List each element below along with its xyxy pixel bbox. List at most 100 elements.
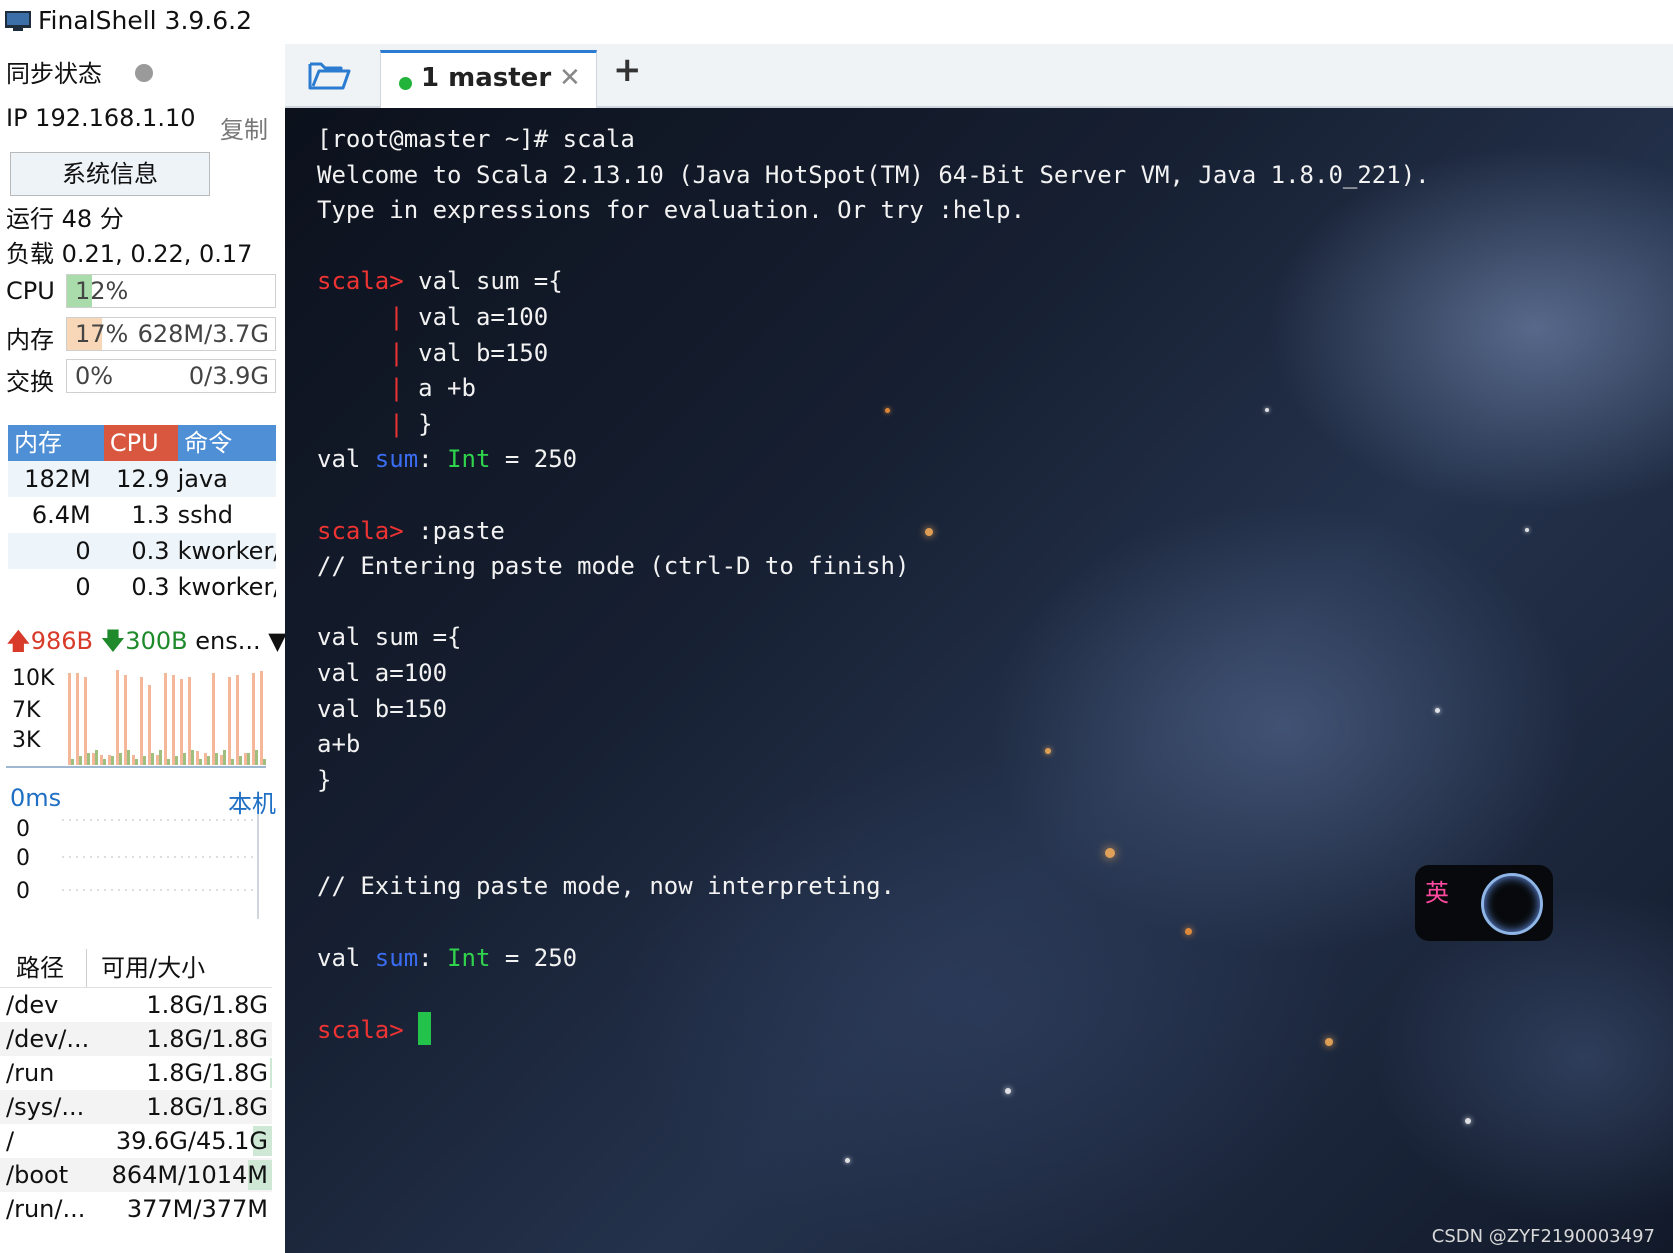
terminal-line: val b=150 xyxy=(317,694,448,723)
net-download-bar xyxy=(239,756,242,765)
disk-size: 1.8G/1.8G xyxy=(146,991,268,1019)
table-row[interactable]: 0 0.3 kworker/ xyxy=(8,569,276,605)
result-type: Int xyxy=(447,943,491,972)
disk-path: /dev/... xyxy=(6,1025,90,1053)
table-row[interactable]: /run/... 377M/377M xyxy=(0,1192,272,1226)
terminal-cursor xyxy=(418,1011,432,1045)
chevron-down-icon[interactable]: ▼ xyxy=(268,627,286,655)
process-table-header: 内存 CPU 命令 xyxy=(8,425,276,461)
disk-path: /boot xyxy=(6,1161,69,1189)
net-download-bar xyxy=(143,756,146,765)
net-upload-bar xyxy=(196,751,199,765)
network-interface-select[interactable]: ens... xyxy=(195,627,260,655)
tab-bar: 1 master ✕ + xyxy=(285,44,1673,109)
net-download-bar xyxy=(119,753,122,765)
net-download-bar xyxy=(263,759,266,765)
column-header-memory[interactable]: 内存 xyxy=(8,425,104,461)
disk-path: /run xyxy=(6,1059,55,1087)
disk-path: /sys/... xyxy=(6,1093,85,1121)
net-upload-bar xyxy=(252,673,255,765)
scala-prompt: scala> xyxy=(317,516,404,545)
table-row[interactable]: 182M 12.9 java xyxy=(8,461,276,497)
net-upload-bar xyxy=(212,673,215,765)
watermark: CSDN @ZYF2190003497 xyxy=(1431,1226,1655,1247)
terminal-line: a +b xyxy=(403,374,476,403)
process-cpu: 0.3 xyxy=(131,573,170,601)
net-upload-bar xyxy=(140,677,143,765)
table-row[interactable]: /dev 1.8G/1.8G xyxy=(0,988,272,1022)
ip-address: IP 192.168.1.10 xyxy=(6,104,196,132)
memory-meter: 17% 628M/3.7G xyxy=(66,317,276,351)
tab-label: 1 master xyxy=(421,63,552,93)
net-upload-bar xyxy=(108,755,111,765)
ime-logo-icon xyxy=(1481,873,1543,935)
latency-y-label: 0 xyxy=(16,846,30,871)
table-row[interactable]: / 39.6G/45.1G xyxy=(0,1124,272,1158)
net-download-bar xyxy=(127,750,130,765)
disk-path: /run/... xyxy=(6,1195,86,1223)
ime-mode-indicator[interactable]: 英 xyxy=(1425,873,1449,908)
net-upload-bar xyxy=(260,671,263,765)
latency-y-label: 0 xyxy=(16,817,30,842)
disk-table-header: 路径 可用/大小 xyxy=(0,949,272,988)
uptime: 运行 48 分 xyxy=(6,205,124,233)
continuation-bar: | xyxy=(389,302,404,331)
swap-detail: 0/3.9G xyxy=(188,362,269,390)
net-download-bar xyxy=(199,759,202,765)
arrow-down-icon: 🡇 xyxy=(100,627,126,655)
disk-usage-fill xyxy=(270,1058,272,1088)
load-average: 负载 0.21, 0.22, 0.17 xyxy=(6,240,253,268)
process-mem: 0 xyxy=(75,573,91,601)
net-upload-bar xyxy=(236,675,239,765)
net-upload-bar xyxy=(204,753,207,765)
memory-percent: 17% xyxy=(75,320,129,348)
table-row[interactable]: 6.4M 1.3 sshd xyxy=(8,497,276,533)
bokeh-light xyxy=(1465,1118,1471,1124)
net-upload-bar xyxy=(68,673,71,765)
process-cpu: 1.3 xyxy=(131,501,170,529)
disk-size: 1.8G/1.8G xyxy=(146,1025,268,1053)
net-download-bar xyxy=(247,753,250,765)
system-info-button[interactable]: 系统信息 xyxy=(10,152,210,196)
process-table: 内存 CPU 命令 182M 12.9 java 6.4M 1.3 sshd 0… xyxy=(8,425,276,605)
close-icon[interactable]: ✕ xyxy=(559,63,581,93)
net-upload-bar xyxy=(220,755,223,765)
latency-value: 0ms xyxy=(10,784,62,812)
column-header-cpu[interactable]: CPU xyxy=(103,425,179,461)
continuation-bar: | xyxy=(389,409,404,438)
net-download-bar xyxy=(167,759,170,765)
terminal-line: val sum ={ xyxy=(317,623,462,652)
scala-prompt: scala> xyxy=(317,1015,404,1044)
net-upload-bar xyxy=(164,673,167,765)
sync-status-indicator xyxy=(135,64,153,82)
add-tab-icon[interactable]: + xyxy=(613,50,642,90)
table-row[interactable]: 0 0.3 kworker/ xyxy=(8,533,276,569)
net-download-bar xyxy=(255,750,258,765)
column-header-size[interactable]: 可用/大小 xyxy=(87,949,205,987)
disk-path: / xyxy=(6,1127,15,1155)
column-header-command[interactable]: 命令 xyxy=(178,425,276,461)
net-download-bar xyxy=(71,759,74,765)
table-row[interactable]: /boot 864M/1014M xyxy=(0,1158,272,1192)
table-row[interactable]: /run 1.8G/1.8G xyxy=(0,1056,272,1090)
column-header-path[interactable]: 路径 xyxy=(0,949,87,987)
table-row[interactable]: /sys/... 1.8G/1.8G xyxy=(0,1090,272,1124)
net-upload-bar xyxy=(124,675,127,765)
terminal[interactable]: [root@master ~]# scala Welcome to Scala … xyxy=(285,108,1673,1253)
bokeh-light xyxy=(1005,1088,1011,1094)
process-command: kworker/ xyxy=(177,573,276,601)
terminal-line: } xyxy=(403,409,433,438)
terminal-line: val sum ={ xyxy=(403,267,563,296)
copy-ip-button[interactable]: 复制 xyxy=(220,110,268,145)
arrow-up-icon: 🡅 xyxy=(6,627,31,655)
net-y-label: 7K xyxy=(12,698,41,723)
net-download-bar xyxy=(183,753,186,765)
net-upload-bar xyxy=(180,679,183,765)
table-row[interactable]: /dev/... 1.8G/1.8G xyxy=(0,1022,272,1056)
ime-toolbar[interactable]: 英 xyxy=(1415,865,1553,941)
cpu-label: CPU xyxy=(6,277,55,305)
tab-master[interactable]: 1 master ✕ xyxy=(380,50,597,109)
folder-open-icon[interactable] xyxy=(307,58,351,92)
terminal-line: :paste xyxy=(403,516,505,545)
terminal-line: val a=100 xyxy=(317,658,448,687)
